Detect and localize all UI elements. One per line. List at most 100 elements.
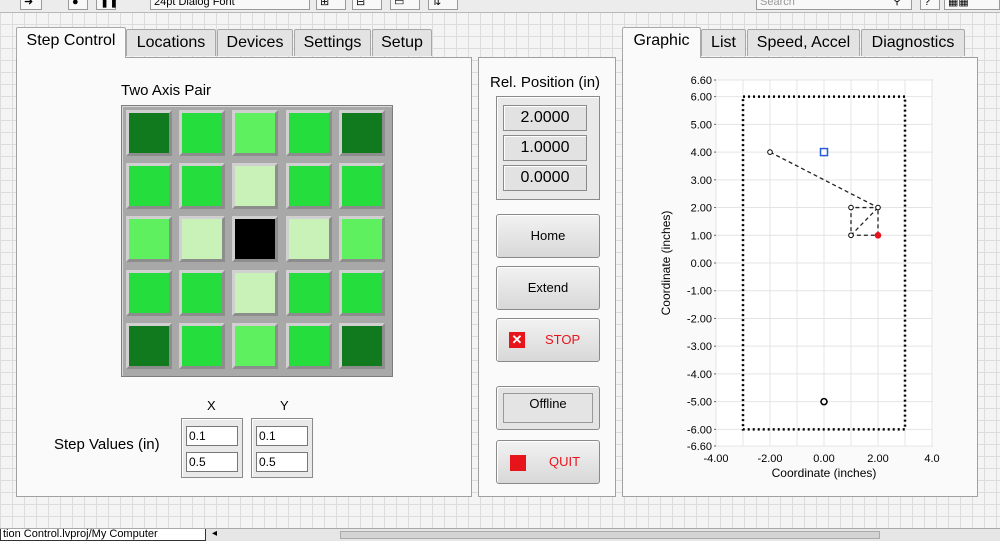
rel-position-title: Rel. Position (in) (490, 74, 601, 91)
resize-icon[interactable]: ▭ (390, 0, 420, 10)
led-cell[interactable] (338, 110, 385, 156)
y-axis-label: Coordinate (inches) (659, 211, 673, 316)
y-tick-label: -5.00 (687, 397, 712, 409)
palette-icon[interactable]: ▦▦ (944, 0, 1000, 10)
led-cell[interactable] (338, 163, 385, 210)
horizontal-scrollbar[interactable] (340, 531, 880, 539)
led-cell[interactable] (232, 163, 279, 210)
run-arrow-icon[interactable]: ➜ (20, 0, 42, 10)
tab-diagnostics[interactable]: Diagnostics (861, 29, 965, 56)
extend-button[interactable]: Extend (496, 266, 600, 310)
y-step-small[interactable]: 0.1 (256, 426, 308, 446)
y-tick-label: -6.00 (687, 424, 712, 436)
x-tick-label: 2.00 (867, 453, 888, 465)
grid-title: Two Axis Pair (121, 82, 212, 99)
x-step-box: 0.1 0.5 (181, 418, 243, 478)
home-button-label: Home (530, 228, 566, 243)
x-tick-label: -4.00 (703, 453, 728, 465)
y-tick-label: -4.00 (687, 369, 712, 381)
rel-position-z: 0.0000 (503, 165, 587, 191)
x-tick-label: 0.00 (813, 453, 834, 465)
rel-position-y: 1.0000 (503, 135, 587, 161)
led-cell[interactable] (179, 216, 226, 263)
y-tick-label: 6.00 (691, 92, 712, 104)
y-tick-label: -2.00 (687, 313, 712, 325)
led-cell[interactable] (126, 110, 172, 156)
step-values-label: Step Values (in) (54, 436, 160, 453)
led-cell[interactable] (179, 110, 226, 156)
x-tick-label: 4.0 (924, 453, 939, 465)
led-cell[interactable] (285, 216, 332, 263)
stop-button-label: STOP (545, 332, 581, 347)
tab-step-control[interactable]: Step Control (16, 27, 126, 58)
tab-speed-accel[interactable]: Speed, Accel (747, 29, 860, 56)
toolbar: ➜ ● ❚❚ 24pt Dialog Font ⊞ ⊟ ▭ ⇅ Search ⚲… (0, 0, 1000, 13)
led-cell[interactable] (285, 269, 332, 316)
tab-graphic[interactable]: Graphic (622, 27, 701, 58)
home-button[interactable]: Home (496, 214, 600, 258)
distribute-icon[interactable]: ⊟ (352, 0, 382, 10)
path-point (767, 149, 773, 155)
y-tick-label: 4.00 (691, 147, 712, 159)
offline-indicator[interactable]: Offline (496, 386, 600, 430)
y-tick-label: 3.00 (691, 175, 712, 187)
reorder-icon[interactable]: ⇅ (428, 0, 458, 10)
help-icon[interactable]: ? (920, 0, 940, 10)
tab-list[interactable]: List (701, 29, 746, 56)
led-cell[interactable] (126, 322, 172, 369)
tab-setup[interactable]: Setup (372, 29, 432, 56)
target-point (819, 147, 829, 157)
rel-position-x: 2.0000 (503, 105, 587, 131)
extend-button-label: Extend (527, 280, 569, 295)
search-icon[interactable]: ⚲ (890, 0, 910, 10)
tab-devices[interactable]: Devices (217, 29, 293, 56)
search-input[interactable]: Search (756, 0, 912, 10)
project-tab[interactable]: tion Control.lvproj/My Computer (0, 529, 206, 541)
led-cell[interactable] (232, 322, 279, 369)
align-icon[interactable]: ⊞ (316, 0, 346, 10)
led-cell[interactable] (126, 216, 172, 263)
path-point (848, 232, 854, 239)
led-cell[interactable] (232, 216, 279, 263)
font-select[interactable]: 24pt Dialog Font (150, 0, 310, 10)
y-tick-label: 0.00 (691, 258, 712, 270)
y-header: Y (280, 398, 289, 413)
led-cell[interactable] (179, 322, 226, 369)
led-cell[interactable] (126, 269, 172, 316)
scroll-left-icon[interactable]: ◂ (212, 529, 217, 539)
led-cell[interactable] (126, 163, 172, 210)
led-cell[interactable] (232, 269, 279, 316)
led-cell[interactable] (232, 110, 279, 156)
current-point (874, 231, 882, 239)
x-step-small[interactable]: 0.1 (186, 426, 238, 446)
y-step-box: 0.1 0.5 (251, 418, 313, 478)
y-tick-label: 5.00 (691, 119, 712, 131)
y-step-large[interactable]: 0.5 (256, 452, 308, 472)
offline-inset (503, 393, 593, 423)
x-step-large[interactable]: 0.5 (186, 452, 238, 472)
stop-x-icon: ✕ (509, 332, 525, 348)
quit-button-label: QUIT (549, 454, 581, 469)
pause-icon[interactable]: ❚❚ (96, 0, 118, 10)
led-cell[interactable] (285, 110, 332, 156)
quit-button[interactable]: QUIT (496, 440, 600, 484)
home-point (820, 397, 828, 406)
status-bar: tion Control.lvproj/My Computer ◂ (0, 528, 1000, 541)
stop-button[interactable]: ✕ STOP (496, 318, 600, 362)
led-cell[interactable] (285, 322, 332, 369)
y-tick-label: 6.60 (691, 75, 712, 87)
tab-locations[interactable]: Locations (126, 29, 216, 56)
led-cell[interactable] (285, 163, 332, 210)
led-cell[interactable] (179, 269, 226, 316)
led-cell[interactable] (338, 216, 385, 263)
abort-icon[interactable]: ● (68, 0, 88, 10)
led-cell[interactable] (179, 163, 226, 210)
led-cell[interactable] (338, 269, 385, 316)
x-tick-label: -2.00 (757, 453, 782, 465)
y-tick-label: 2.00 (691, 203, 712, 215)
led-cell[interactable] (338, 322, 385, 369)
rel-position-box: 2.0000 1.0000 0.0000 (496, 96, 600, 200)
y-tick-label: -1.00 (687, 286, 712, 298)
tab-settings[interactable]: Settings (294, 29, 371, 56)
path-point (875, 204, 881, 211)
